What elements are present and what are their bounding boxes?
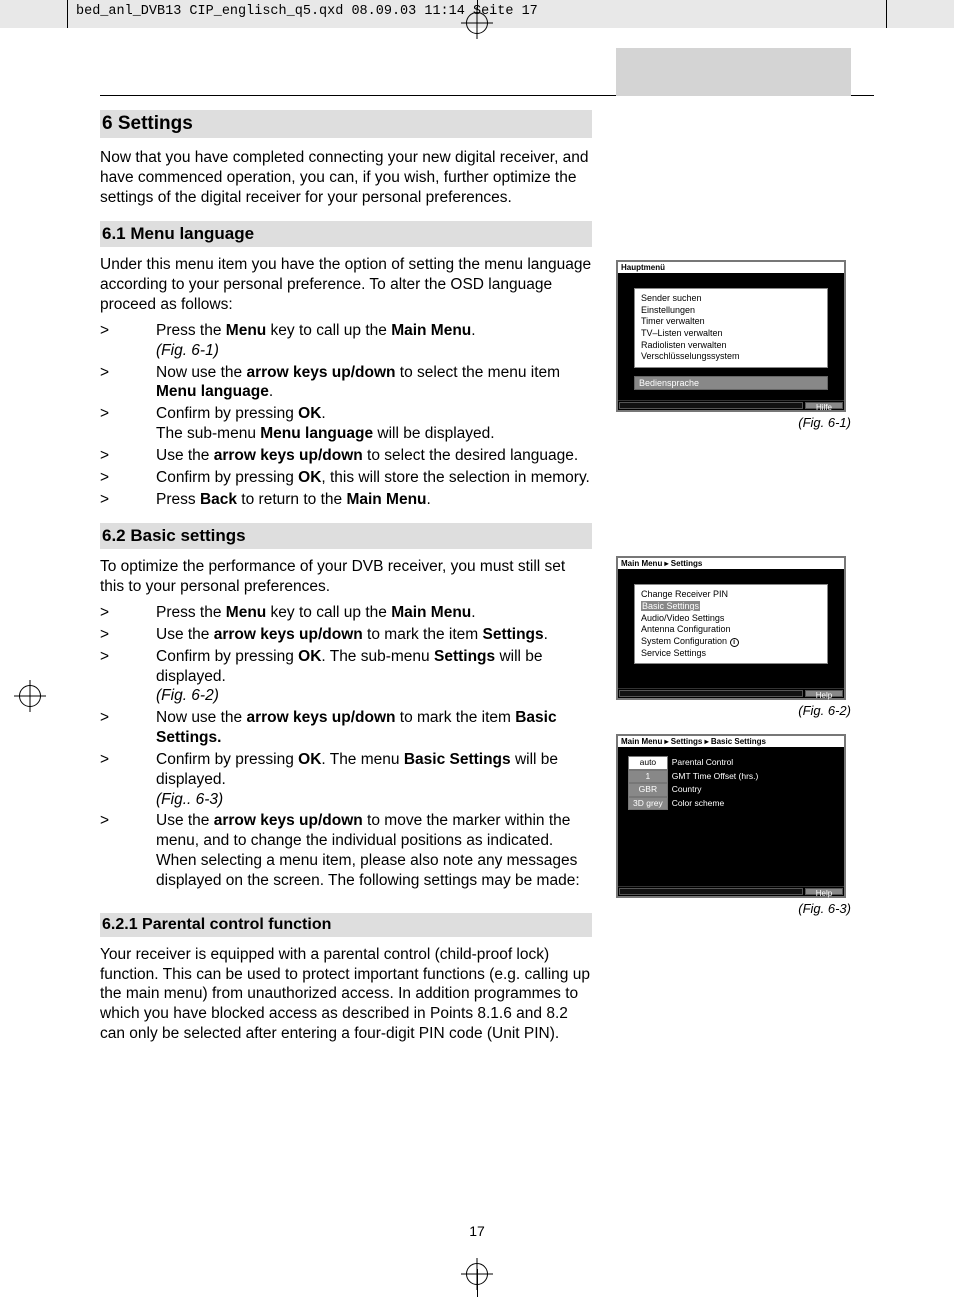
step: >Press the Menu key to call up the Main … (100, 603, 592, 623)
osd-setting-label: GMT Time Offset (hrs.) (668, 770, 763, 783)
osd-help-label: Hilfe (805, 402, 843, 409)
osd-footer-bar (619, 690, 803, 697)
figure-6-3: Main Menu ▸ Settings ▸ Basic Settings au… (616, 734, 851, 916)
step-text: Confirm by pressing OK. The sub-menu Set… (156, 647, 592, 706)
osd-titlebar: Hauptmenü (618, 262, 844, 274)
osd-setting-value: 3D grey (628, 797, 668, 810)
osd-setting-label: Country (668, 783, 763, 796)
step-text: Confirm by pressing OK.The sub-menu Menu… (156, 404, 592, 444)
step-marker: > (100, 811, 156, 890)
step: >Now use the arrow keys up/down to mark … (100, 708, 592, 748)
grey-block (616, 48, 851, 96)
osd-footer-bar (619, 888, 803, 895)
registration-mark (19, 685, 41, 707)
step: >Use the arrow keys up/down to mark the … (100, 625, 592, 645)
osd-settings-table: autoParental Control1GMT Time Offset (hr… (628, 756, 762, 810)
step-text: Use the arrow keys up/down to select the… (156, 446, 592, 466)
step-marker: > (100, 490, 156, 510)
osd-setting-value: auto (628, 756, 668, 769)
figure-column: Hauptmenü Sender suchenEinstellungenTime… (616, 110, 851, 1050)
info-icon: i (730, 638, 739, 647)
step: >Press the Menu key to call up the Main … (100, 321, 592, 361)
step-list: >Press the Menu key to call up the Main … (100, 321, 592, 509)
figure-caption: (Fig. 6-2) (616, 703, 851, 718)
osd-menu-item: System Configuration i (641, 636, 821, 648)
step: >Confirm by pressing OK.The sub-menu Men… (100, 404, 592, 444)
osd-setting-row: 1GMT Time Offset (hrs.) (628, 770, 762, 783)
registration-mark (466, 12, 488, 34)
osd-footer-bar (619, 402, 803, 409)
step-text: Press the Menu key to call up the Main M… (156, 603, 592, 623)
step-text: Now use the arrow keys up/down to select… (156, 363, 592, 403)
osd-help-label: Help (805, 690, 843, 697)
step: >Now use the arrow keys up/down to selec… (100, 363, 592, 403)
step-list: >Press the Menu key to call up the Main … (100, 603, 592, 891)
step-marker: > (100, 625, 156, 645)
paragraph: Your receiver is equipped with a parenta… (100, 945, 592, 1044)
body-column: 6 Settings Now that you have completed c… (100, 110, 592, 1050)
section-heading: 6 Settings (100, 110, 592, 138)
osd-menu-item: Antenna Configuration (641, 624, 821, 636)
osd-setting-row: 3D greyColor scheme (628, 797, 762, 810)
osd-menu-panel: Sender suchenEinstellungenTimer verwalte… (634, 288, 828, 368)
step-text: Use the arrow keys up/down to move the m… (156, 811, 592, 890)
figure-caption: (Fig. 6-1) (616, 415, 851, 430)
osd-setting-row: autoParental Control (628, 756, 762, 769)
osd-menu-item: Verschlüsselungssystem (641, 351, 821, 363)
crop-mark (67, 0, 68, 28)
figure-6-1: Hauptmenü Sender suchenEinstellungenTime… (616, 260, 851, 430)
osd-setting-label: Color scheme (668, 797, 763, 810)
section-intro: Now that you have completed connecting y… (100, 148, 592, 207)
step-marker: > (100, 468, 156, 488)
step: >Press Back to return to the Main Menu. (100, 490, 592, 510)
osd-menu-item: TV–Listen verwalten (641, 328, 821, 340)
figure-caption: (Fig. 6-3) (616, 901, 851, 916)
step-marker: > (100, 446, 156, 466)
crop-mark (886, 0, 887, 28)
step-marker: > (100, 404, 156, 444)
step-text: Now use the arrow keys up/down to mark t… (156, 708, 592, 748)
step: >Confirm by pressing OK. The menu Basic … (100, 750, 592, 809)
osd-menu-item: Sender suchen (641, 293, 821, 305)
osd-setting-row: GBRCountry (628, 783, 762, 796)
osd-selected-item: Bediensprache (634, 376, 828, 390)
step: >Use the arrow keys up/down to move the … (100, 811, 592, 890)
step-marker: > (100, 603, 156, 623)
step: >Confirm by pressing OK, this will store… (100, 468, 592, 488)
osd-menu-item: Service Settings (641, 648, 821, 660)
osd-setting-value: 1 (628, 770, 668, 783)
osd-setting-label: Parental Control (668, 756, 763, 769)
subsubsection-heading: 6.2.1 Parental control function (100, 913, 592, 937)
step-text: Confirm by pressing OK, this will store … (156, 468, 592, 488)
osd-titlebar: Main Menu ▸ Settings (618, 558, 844, 570)
osd-setting-value: GBR (628, 783, 668, 796)
step-text: Use the arrow keys up/down to mark the i… (156, 625, 592, 645)
osd-menu-item: Change Receiver PIN (641, 589, 821, 601)
figure-6-2: Main Menu ▸ Settings Change Receiver PIN… (616, 556, 851, 718)
subsection-intro: Under this menu item you have the option… (100, 255, 592, 314)
osd-titlebar: Main Menu ▸ Settings ▸ Basic Settings (618, 736, 844, 748)
step-marker: > (100, 647, 156, 706)
step-text: Press Back to return to the Main Menu. (156, 490, 592, 510)
step-marker: > (100, 708, 156, 748)
subsection-heading: 6.1 Menu language (100, 221, 592, 247)
step: >Confirm by pressing OK. The sub-menu Se… (100, 647, 592, 706)
osd-menu-item: Radiolisten verwalten (641, 340, 821, 352)
step-marker: > (100, 321, 156, 361)
subsection-heading: 6.2 Basic settings (100, 523, 592, 549)
osd-menu-item: Einstellungen (641, 305, 821, 317)
crop-mark (477, 1269, 478, 1297)
step-text: Confirm by pressing OK. The menu Basic S… (156, 750, 592, 809)
osd-menu-item: Basic Settings (641, 601, 821, 613)
step-marker: > (100, 363, 156, 403)
osd-menu-panel: Change Receiver PINBasic SettingsAudio/V… (634, 584, 828, 664)
subsection-intro: To optimize the performance of your DVB … (100, 557, 592, 597)
osd-menu-item: Timer verwalten (641, 316, 821, 328)
osd-menu-item: Audio/Video Settings (641, 613, 821, 625)
osd-help-label: Help (805, 888, 843, 895)
step-text: Press the Menu key to call up the Main M… (156, 321, 592, 361)
page-number: 17 (0, 1223, 954, 1239)
step: >Use the arrow keys up/down to select th… (100, 446, 592, 466)
step-marker: > (100, 750, 156, 809)
